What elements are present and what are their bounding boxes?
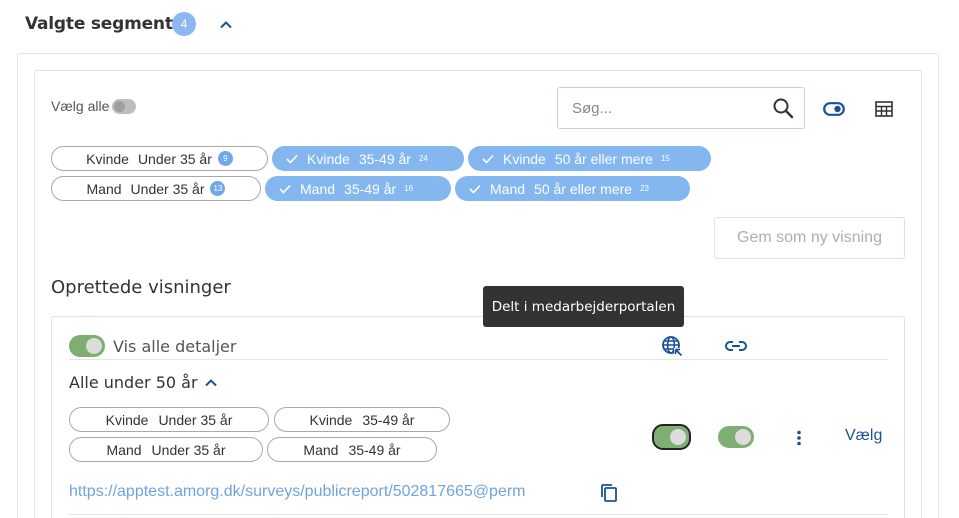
segment-chip-selected[interactable]: Mand 50 år eller mere 23 [455, 176, 690, 201]
view-segment-chip: Kvinde 35-49 år [274, 407, 450, 432]
chip-gender: Mand [300, 180, 336, 197]
search-input[interactable] [572, 99, 772, 117]
chip-age: Under 35 år [137, 150, 212, 167]
shared-portal-button[interactable] [660, 334, 684, 358]
divider [69, 514, 888, 515]
chip-age: 35-49 år [344, 180, 397, 197]
link-icon [725, 341, 747, 351]
save-as-new-view-button[interactable]: Gem som ny visning [714, 217, 905, 259]
segment-chip[interactable]: Mand Under 35 år 13 [51, 176, 261, 201]
view-name: Alle under 50 år [69, 373, 198, 392]
chip-count: 9 [217, 151, 233, 166]
copy-icon [601, 484, 617, 502]
chip-age: 50 år eller mere [534, 180, 633, 197]
select-all-toggle[interactable] [112, 98, 137, 114]
more-options-button[interactable] [790, 428, 808, 448]
divider [69, 359, 888, 360]
segment-chip-selected[interactable]: Kvinde 35-49 år 24 [272, 146, 464, 171]
check-icon [469, 184, 481, 194]
chip-count: 15 [660, 154, 670, 163]
collapse-view-button[interactable] [201, 372, 221, 392]
chip-age: 50 år eller mere [554, 150, 653, 167]
chip-gender: Mand [303, 441, 339, 458]
segment-chip[interactable]: Kvinde Under 35 år 9 [51, 146, 268, 171]
search-icon[interactable] [772, 97, 794, 119]
chip-gender: Kvinde [105, 411, 149, 428]
globe-icon [662, 336, 683, 357]
toggle-view-button[interactable] [822, 98, 846, 120]
chip-count: 13 [210, 181, 226, 196]
show-details-toggle[interactable] [69, 335, 105, 357]
select-all[interactable]: Vælg alle [51, 98, 137, 114]
more-vertical-icon [797, 430, 801, 446]
table-view-button[interactable] [872, 98, 896, 120]
chevron-up-icon [220, 20, 232, 28]
chip-gender: Mand [86, 180, 122, 197]
chip-gender: Mand [490, 180, 526, 197]
saved-views-title: Oprettede visninger [51, 277, 231, 298]
chip-age: Under 35 år [130, 180, 205, 197]
chip-age: Under 35 år [158, 411, 233, 428]
check-icon [482, 154, 494, 164]
segment-chip-selected[interactable]: Kvinde 50 år eller mere 15 [468, 146, 711, 171]
check-icon [279, 184, 291, 194]
chip-gender: Mand [106, 441, 142, 458]
chevron-up-icon [205, 378, 217, 386]
chip-age: 35-49 år [362, 411, 415, 428]
chip-gender: Kvinde [307, 150, 350, 167]
share-portal-toggle[interactable] [718, 426, 754, 448]
toggle-view-icon [823, 102, 845, 116]
chip-count: 23 [640, 184, 649, 193]
select-view-button[interactable]: Vælg [845, 427, 882, 445]
collapse-segments-button[interactable] [216, 14, 236, 34]
show-details-view-toggle[interactable] [652, 424, 691, 450]
shared-tooltip: Delt i medarbejderportalen [483, 286, 684, 327]
chip-gender: Kvinde [309, 411, 353, 428]
segment-chip-selected[interactable]: Mand 35-49 år 16 [265, 176, 451, 201]
chip-count: 16 [404, 184, 414, 193]
chip-age: Under 35 år [151, 441, 226, 458]
view-segment-chip: Mand 35-49 år [267, 437, 437, 462]
show-details-label: Vis alle detaljer [113, 337, 237, 356]
chip-gender: Kvinde [503, 150, 546, 167]
chip-count: 24 [418, 154, 428, 163]
copy-link-header-button[interactable] [723, 335, 749, 357]
view-segment-chip: Mand Under 35 år [69, 437, 263, 462]
public-report-link[interactable]: https://apptest.amorg.dk/surveys/publicr… [69, 483, 526, 501]
segments-title: Valgte segmenter [25, 14, 193, 34]
search-box [557, 87, 805, 129]
chip-gender: Kvinde [86, 150, 129, 167]
check-icon [286, 154, 298, 164]
copy-url-button[interactable] [598, 482, 620, 504]
select-all-label: Vælg alle [51, 98, 110, 114]
chip-age: 35-49 år [348, 441, 401, 458]
chip-age: 35-49 år [358, 150, 411, 167]
table-icon [875, 101, 893, 117]
view-segment-chip: Kvinde Under 35 år [69, 407, 269, 432]
segments-count-badge: 4 [172, 12, 196, 36]
